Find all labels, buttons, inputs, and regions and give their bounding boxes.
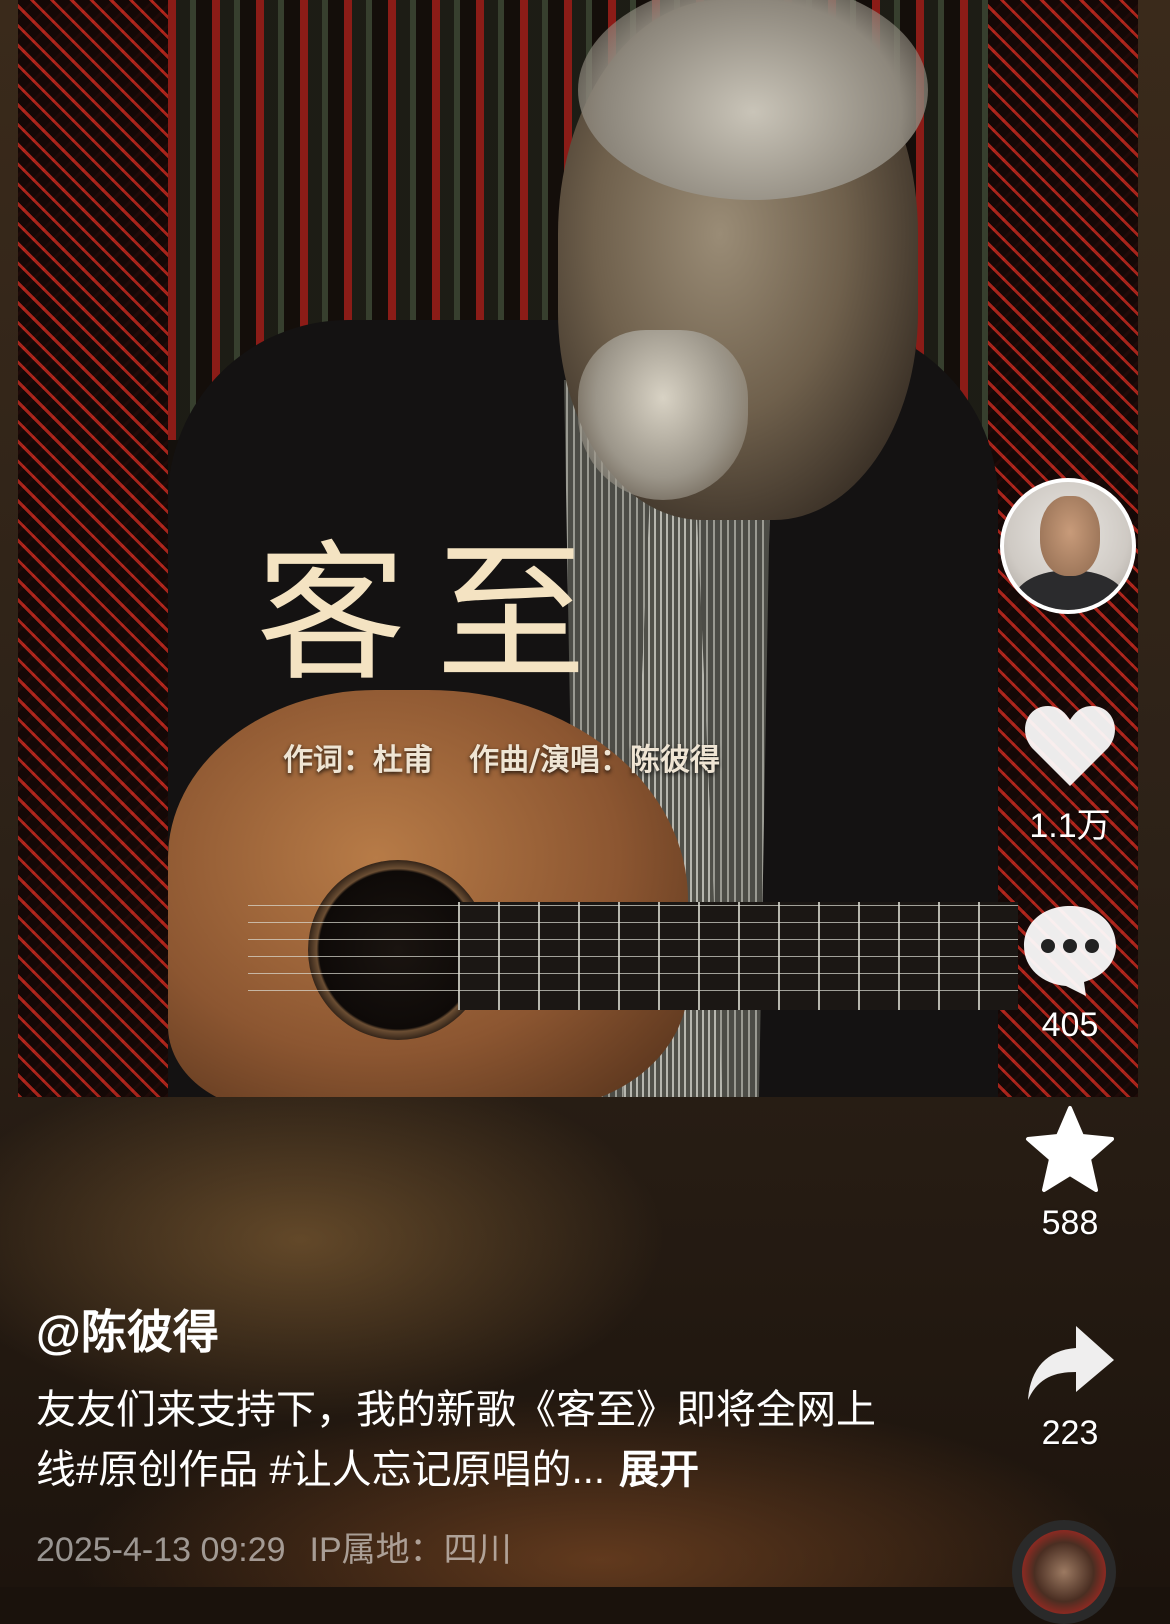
music-disc-icon[interactable] [1012,1520,1116,1624]
song-title: 客至 [256,528,617,702]
performer-beard [578,330,748,500]
expand-button[interactable]: 展开 [619,1448,699,1492]
favorite-count: 588 [1041,1204,1099,1242]
share-button[interactable]: 223 [995,1322,1145,1453]
comment-icon [1024,906,1116,996]
description-text: 友友们来支持下，我的新歌《客至》即将全网上线#原创作品 #让人忘记原唱的... [36,1388,876,1492]
credits-lyrics: 作词：杜甫 [283,743,433,778]
post-description: 友友们来支持下，我的新歌《客至》即将全网上线#原创作品 #让人忘记原唱的... 展… [36,1380,876,1500]
pattern-border-left [18,0,168,1097]
like-count: 1.1万 [1029,807,1111,845]
comment-count: 405 [1041,1006,1099,1044]
comment-button[interactable]: 405 [995,902,1145,1045]
share-count: 223 [1041,1414,1099,1452]
video-frame[interactable]: 客至 作词：杜甫 作曲/演唱：陈彼得 [18,0,1138,1097]
song-credits: 作词：杜甫 作曲/演唱：陈彼得 [283,735,720,779]
credits-music: 作曲/演唱：陈彼得 [469,743,720,778]
star-icon [1026,1106,1114,1192]
like-button[interactable]: 1.1万 [995,700,1145,847]
share-icon [1028,1326,1114,1400]
post-timestamp: 2025-4-13 09:29 [36,1531,286,1569]
favorite-button[interactable]: 588 [995,1104,1145,1243]
avatar-suit [1014,570,1126,610]
post-meta: 2025-4-13 09:29 IP属地：四川 [36,1522,512,1571]
ip-location: IP属地：四川 [309,1531,512,1569]
author-avatar[interactable] [1000,478,1136,614]
author-name[interactable]: @陈彼得 [36,1296,219,1362]
avatar-face [1040,496,1100,576]
heart-icon [1025,706,1115,786]
guitar-strings [248,905,1018,1005]
